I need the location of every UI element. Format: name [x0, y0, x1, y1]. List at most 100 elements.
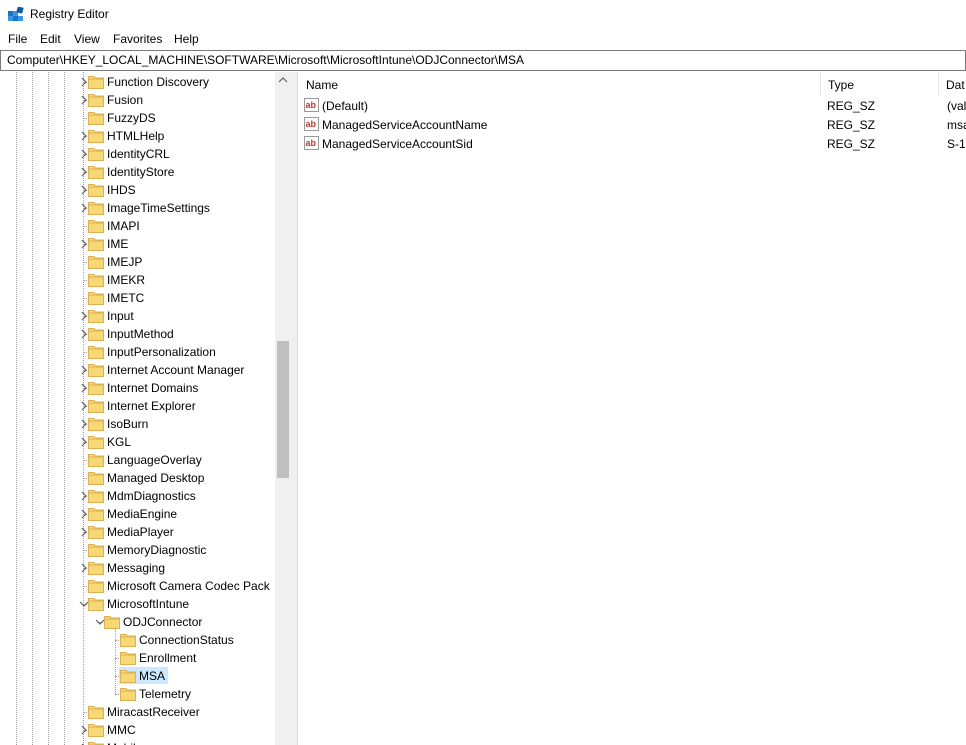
folder-icon	[88, 454, 104, 467]
tree-item[interactable]: IMEJP	[0, 253, 275, 271]
scroll-up-icon[interactable]	[275, 72, 291, 88]
address-bar[interactable]: Computer\HKEY_LOCAL_MACHINE\SOFTWARE\Mic…	[0, 50, 966, 71]
tree-item[interactable]: Input	[0, 307, 275, 325]
value-row[interactable]: ab ManagedServiceAccountName REG_SZ msa	[298, 115, 966, 134]
menu-help[interactable]: Help	[174, 32, 199, 46]
tree-item[interactable]: Telemetry	[0, 685, 275, 703]
folder-icon	[88, 400, 104, 413]
tree-item[interactable]: MediaEngine	[0, 505, 275, 523]
menu-view[interactable]: View	[74, 32, 100, 46]
tree-item-label: Managed Desktop	[107, 471, 205, 485]
tree-item[interactable]: IMEKR	[0, 271, 275, 289]
value-name: ManagedServiceAccountName	[322, 118, 488, 132]
tree-item[interactable]: Managed Desktop	[0, 469, 275, 487]
values-list[interactable]: Name Type Dat ab (Default) REG_SZ (val ab Man…	[298, 72, 966, 745]
tree-item[interactable]: HTMLHelp	[0, 127, 275, 145]
folder-icon	[88, 166, 104, 179]
tree-item[interactable]: IHDS	[0, 181, 275, 199]
tree-item-label: IMAPI	[107, 219, 140, 233]
tree-item[interactable]: IMETC	[0, 289, 275, 307]
value-row[interactable]: ab (Default) REG_SZ (val	[298, 96, 966, 115]
tree-item-label: Function Discovery	[107, 75, 210, 89]
tree-item[interactable]: MemoryDiagnostic	[0, 541, 275, 559]
tree-item[interactable]: KGL	[0, 433, 275, 451]
tree-item-label: Microsoft Camera Codec Pack	[107, 579, 270, 593]
tree-item[interactable]: InputPersonalization	[0, 343, 275, 361]
folder-icon	[88, 742, 104, 745]
tree-item[interactable]: MSA	[0, 667, 275, 685]
folder-icon	[88, 256, 104, 269]
tree-item-label: Enrollment	[139, 651, 197, 665]
value-type: REG_SZ	[827, 137, 876, 151]
tree-item[interactable]: ODJConnector	[0, 613, 275, 631]
folder-icon	[88, 544, 104, 557]
folder-open-icon	[88, 598, 104, 611]
tree-item[interactable]: Internet Domains	[0, 379, 275, 397]
tree-item[interactable]: Fusion	[0, 91, 275, 109]
folder-icon	[88, 184, 104, 197]
tree-item[interactable]: ConnectionStatus	[0, 631, 275, 649]
folder-icon	[120, 688, 136, 701]
tree-item[interactable]: Microsoft Camera Codec Pack	[0, 577, 275, 595]
tree-item[interactable]: InputMethod	[0, 325, 275, 343]
tree-item-label: IMEJP	[107, 255, 143, 269]
tree-item[interactable]: MdmDiagnostics	[0, 487, 275, 505]
folder-icon	[88, 130, 104, 143]
tree-item[interactable]: IME	[0, 235, 275, 253]
registry-editor-icon	[8, 7, 24, 21]
value-data: S-1-	[947, 137, 966, 151]
registry-tree[interactable]: Function Discovery Fusion FuzzyDS HTMLHelp I…	[0, 72, 291, 745]
tree-item-label: LanguageOverlay	[107, 453, 202, 467]
value-data: msa	[947, 118, 966, 132]
tree-item[interactable]: IdentityStore	[0, 163, 275, 181]
address-path[interactable]: Computer\HKEY_LOCAL_MACHINE\SOFTWARE\Mic…	[7, 53, 524, 67]
svg-text:ab: ab	[306, 100, 317, 110]
tree-item[interactable]: IdentityCRL	[0, 145, 275, 163]
value-name: ManagedServiceAccountSid	[322, 137, 473, 151]
tree-scroll-thumb[interactable]	[277, 341, 289, 478]
folder-icon	[88, 364, 104, 377]
tree-item[interactable]: MMC	[0, 721, 275, 739]
window-title: Registry Editor	[30, 7, 109, 21]
reg-sz-icon: ab	[304, 98, 319, 112]
tree-item[interactable]: FuzzyDS	[0, 109, 275, 127]
value-row[interactable]: ab ManagedServiceAccountSid REG_SZ S-1-	[298, 134, 966, 153]
menu-favorites[interactable]: Favorites	[113, 32, 162, 46]
tree-item-label: MicrosoftIntune	[107, 597, 190, 611]
tree-item[interactable]: Internet Explorer	[0, 397, 275, 415]
tree-item[interactable]: IsoBurn	[0, 415, 275, 433]
tree-item-label: InputMethod	[107, 327, 174, 341]
folder-icon	[120, 634, 136, 647]
tree-item[interactable]: Internet Account Manager	[0, 361, 275, 379]
tree-item[interactable]: MiracastReceiver	[0, 703, 275, 721]
tree-item[interactable]: IMAPI	[0, 217, 275, 235]
tree-item[interactable]: Enrollment	[0, 649, 275, 667]
tree-item[interactable]: MediaPlayer	[0, 523, 275, 541]
title-bar[interactable]: Registry Editor	[0, 0, 966, 30]
tree-item-label: Internet Account Manager	[107, 363, 245, 377]
folder-icon	[88, 724, 104, 737]
tree-item[interactable]: Mobile	[0, 739, 275, 745]
tree-item-label: IdentityCRL	[107, 147, 170, 161]
column-header-type[interactable]: Type	[820, 72, 939, 96]
tree-item[interactable]: MicrosoftIntune	[0, 595, 275, 613]
tree-item[interactable]: Function Discovery	[0, 73, 275, 91]
column-header-name[interactable]: Name	[298, 72, 821, 96]
value-name: (Default)	[322, 99, 369, 113]
menu-bar: File Edit View Favorites Help	[0, 30, 966, 50]
menu-file[interactable]: File	[8, 32, 27, 46]
tree-item-label: IMEKR	[107, 273, 146, 287]
tree-item-label: MediaEngine	[107, 507, 178, 521]
folder-icon	[88, 526, 104, 539]
tree-item[interactable]: ImageTimeSettings	[0, 199, 275, 217]
tree-item[interactable]: Messaging	[0, 559, 275, 577]
folder-icon	[88, 238, 104, 251]
tree-item-label: MiracastReceiver	[107, 705, 200, 719]
tree-item-label: FuzzyDS	[107, 111, 156, 125]
folder-icon	[88, 562, 104, 575]
menu-edit[interactable]: Edit	[40, 32, 61, 46]
tree-item[interactable]: LanguageOverlay	[0, 451, 275, 469]
tree-item-label: IMETC	[107, 291, 145, 305]
folder-icon	[88, 292, 104, 305]
column-header-data[interactable]: Dat	[938, 72, 966, 96]
